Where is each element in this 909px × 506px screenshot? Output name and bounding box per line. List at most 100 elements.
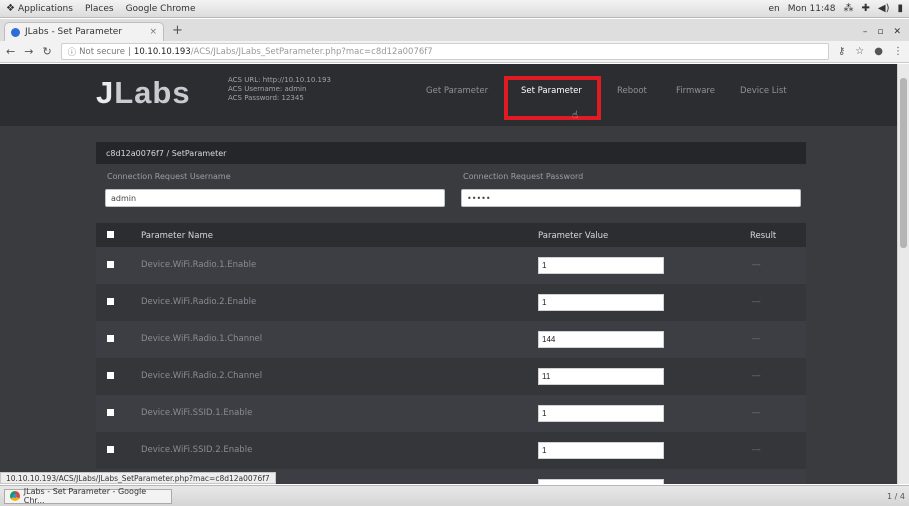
parameter-value-input[interactable]: 11 (538, 368, 664, 385)
close-window-icon[interactable]: ✕ (893, 27, 901, 37)
header-parameter-name: Parameter Name (141, 231, 214, 241)
select-all-checkbox[interactable] (107, 231, 114, 238)
site-header: JLabs ACS URL: http://10.10.10.193 ACS U… (0, 64, 897, 126)
parameter-value-input[interactable]: 1 (538, 405, 664, 422)
table-row: Device.WiFi.SSID.1.Enable 1 --- (96, 395, 806, 432)
window-controls: – ▫ ✕ (863, 27, 901, 37)
parameter-result: --- (752, 371, 761, 380)
logo-labs: Labs (114, 75, 191, 110)
parameter-name: Device.WiFi.SSID.1.Enable (141, 408, 253, 418)
url-path: /ACS/JLabs/JLabs_SetParameter.php?mac=c8… (190, 46, 433, 57)
conn-password-label: Connection Request Password (463, 172, 584, 181)
places-label: Places (84, 3, 114, 14)
workspace-indicator[interactable]: 1 / 4 (887, 492, 905, 501)
table-row: Device.WiFi.SSID.2.Enable 1 --- (96, 432, 806, 469)
gnome-top-panel: ❖ Applications Places Google Chrome en M… (0, 0, 909, 18)
acs-info: ACS URL: http://10.10.10.193 ACS Usernam… (228, 76, 331, 103)
conn-password-input[interactable]: ••••• (461, 189, 801, 207)
scrollbar-thumb[interactable] (900, 78, 907, 248)
jlabs-page: JLabs ACS URL: http://10.10.10.193 ACS U… (0, 64, 897, 484)
panel-title: c8d12a0076f7 / SetParameter (96, 142, 806, 164)
jlabs-logo[interactable]: JLabs (96, 76, 191, 110)
parameter-result: --- (752, 408, 761, 417)
key-icon[interactable]: ⚷ (838, 46, 845, 57)
highlight-box (504, 76, 601, 120)
table-row: Device.WiFi.Radio.1.Channel 144 --- (96, 321, 806, 358)
app-menu[interactable]: Google Chrome (126, 4, 196, 14)
account-icon[interactable]: ● (874, 46, 883, 57)
table-row: Device.WiFi.Radio.2.Channel 11 --- (96, 358, 806, 395)
app-menu-label: Google Chrome (125, 3, 196, 14)
conn-username-input[interactable]: admin (105, 189, 445, 207)
volume-icon[interactable]: ◀) (878, 3, 890, 14)
acs-username: ACS Username: admin (228, 85, 307, 93)
status-url-bubble: 10.10.10.193/ACS/JLabs/JLabs_SetParamete… (0, 472, 276, 484)
hand-cursor-icon: ☝ (572, 110, 579, 121)
parameter-name: Device.WiFi.Radio.1.Enable (141, 260, 257, 270)
maximize-icon[interactable]: ▫ (877, 27, 883, 37)
parameter-value-input[interactable]: JLabs_5G (538, 479, 664, 484)
battery-icon[interactable]: ▮ (897, 3, 903, 14)
accessibility-icon[interactable]: ✚ (862, 3, 870, 14)
chrome-icon (10, 491, 20, 501)
forward-icon[interactable]: → (24, 45, 33, 58)
page-scrollbar[interactable] (897, 64, 909, 484)
row-checkbox[interactable] (107, 446, 114, 453)
row-checkbox[interactable] (107, 298, 114, 305)
row-checkbox[interactable] (107, 335, 114, 342)
browser-toolbar: ← → ↻ ⓘ Not secure | 10.10.10.193 /ACS/J… (0, 41, 909, 63)
nav-reboot[interactable]: Reboot (617, 86, 647, 96)
bookmark-star-icon[interactable]: ☆ (855, 46, 864, 57)
tab-close-icon[interactable]: × (149, 27, 157, 37)
tab-title: JLabs - Set Parameter (25, 27, 123, 37)
tab-strip: JLabs - Set Parameter × + – ▫ ✕ (0, 19, 909, 41)
taskbar-window-title: JLabs - Set Parameter - Google Chr... (23, 487, 147, 505)
acs-password: ACS Password: 12345 (228, 94, 304, 102)
url-separator: | (128, 46, 131, 57)
taskbar-chrome-window[interactable]: JLabs - Set Parameter - Google Chr... (4, 487, 172, 505)
parameter-value-input[interactable]: 1 (538, 294, 664, 311)
header-result: Result (750, 231, 777, 241)
header-parameter-value: Parameter Value (538, 231, 609, 241)
input-language[interactable]: en (768, 4, 779, 14)
nav-device-list[interactable]: Device List (740, 86, 787, 96)
parameter-result: --- (752, 334, 761, 343)
row-checkbox[interactable] (107, 372, 114, 379)
places-menu[interactable]: Places (85, 4, 114, 14)
info-icon[interactable]: ⓘ (68, 46, 77, 58)
tab-set-parameter[interactable]: JLabs - Set Parameter × (4, 22, 164, 41)
parameter-value-input[interactable]: 1 (538, 257, 664, 274)
new-tab-button[interactable]: + (172, 23, 183, 38)
parameter-result: --- (752, 260, 761, 269)
parameter-result: --- (752, 482, 761, 484)
applications-label: Applications (17, 3, 73, 14)
reload-icon[interactable]: ↻ (42, 45, 51, 58)
parameter-value-input[interactable]: 144 (538, 331, 664, 348)
clock[interactable]: Mon 11:48 (788, 4, 836, 14)
address-bar[interactable]: ⓘ Not secure | 10.10.10.193 /ACS/JLabs/J… (60, 43, 829, 60)
back-icon[interactable]: ← (6, 45, 15, 58)
parameter-name: Device.WiFi.Radio.2.Channel (141, 371, 263, 381)
parameter-result: --- (752, 445, 761, 454)
acs-url: ACS URL: http://10.10.10.193 (228, 76, 331, 84)
parameter-value-input[interactable]: 1 (538, 442, 664, 459)
logo-j: J (96, 75, 115, 110)
window-list-taskbar: JLabs - Set Parameter - Google Chr... 1 … (0, 485, 909, 506)
applications-menu[interactable]: ❖ Applications (6, 3, 73, 14)
parameter-name: Device.WiFi.SSID.2.Enable (141, 445, 253, 455)
nav-firmware[interactable]: Firmware (676, 86, 715, 96)
nav-get-parameter[interactable]: Get Parameter (426, 86, 488, 96)
network-icon[interactable]: ⁂ (844, 3, 854, 14)
row-checkbox[interactable] (107, 409, 114, 416)
minimize-icon[interactable]: – (863, 27, 868, 37)
table-row: Device.WiFi.Radio.2.Enable 1 --- (96, 284, 806, 321)
url-host: 10.10.10.193 (133, 46, 191, 57)
row-checkbox[interactable] (107, 261, 114, 268)
parameter-result: --- (752, 297, 761, 306)
applications-icon: ❖ (6, 3, 15, 14)
parameter-name: Device.WiFi.Radio.1.Channel (141, 334, 263, 344)
parameter-name: Device.WiFi.Radio.2.Enable (141, 297, 257, 307)
not-secure-label: Not secure (79, 46, 126, 57)
menu-kebab-icon[interactable]: ⋮ (893, 46, 903, 57)
conn-username-label: Connection Request Username (107, 172, 231, 181)
